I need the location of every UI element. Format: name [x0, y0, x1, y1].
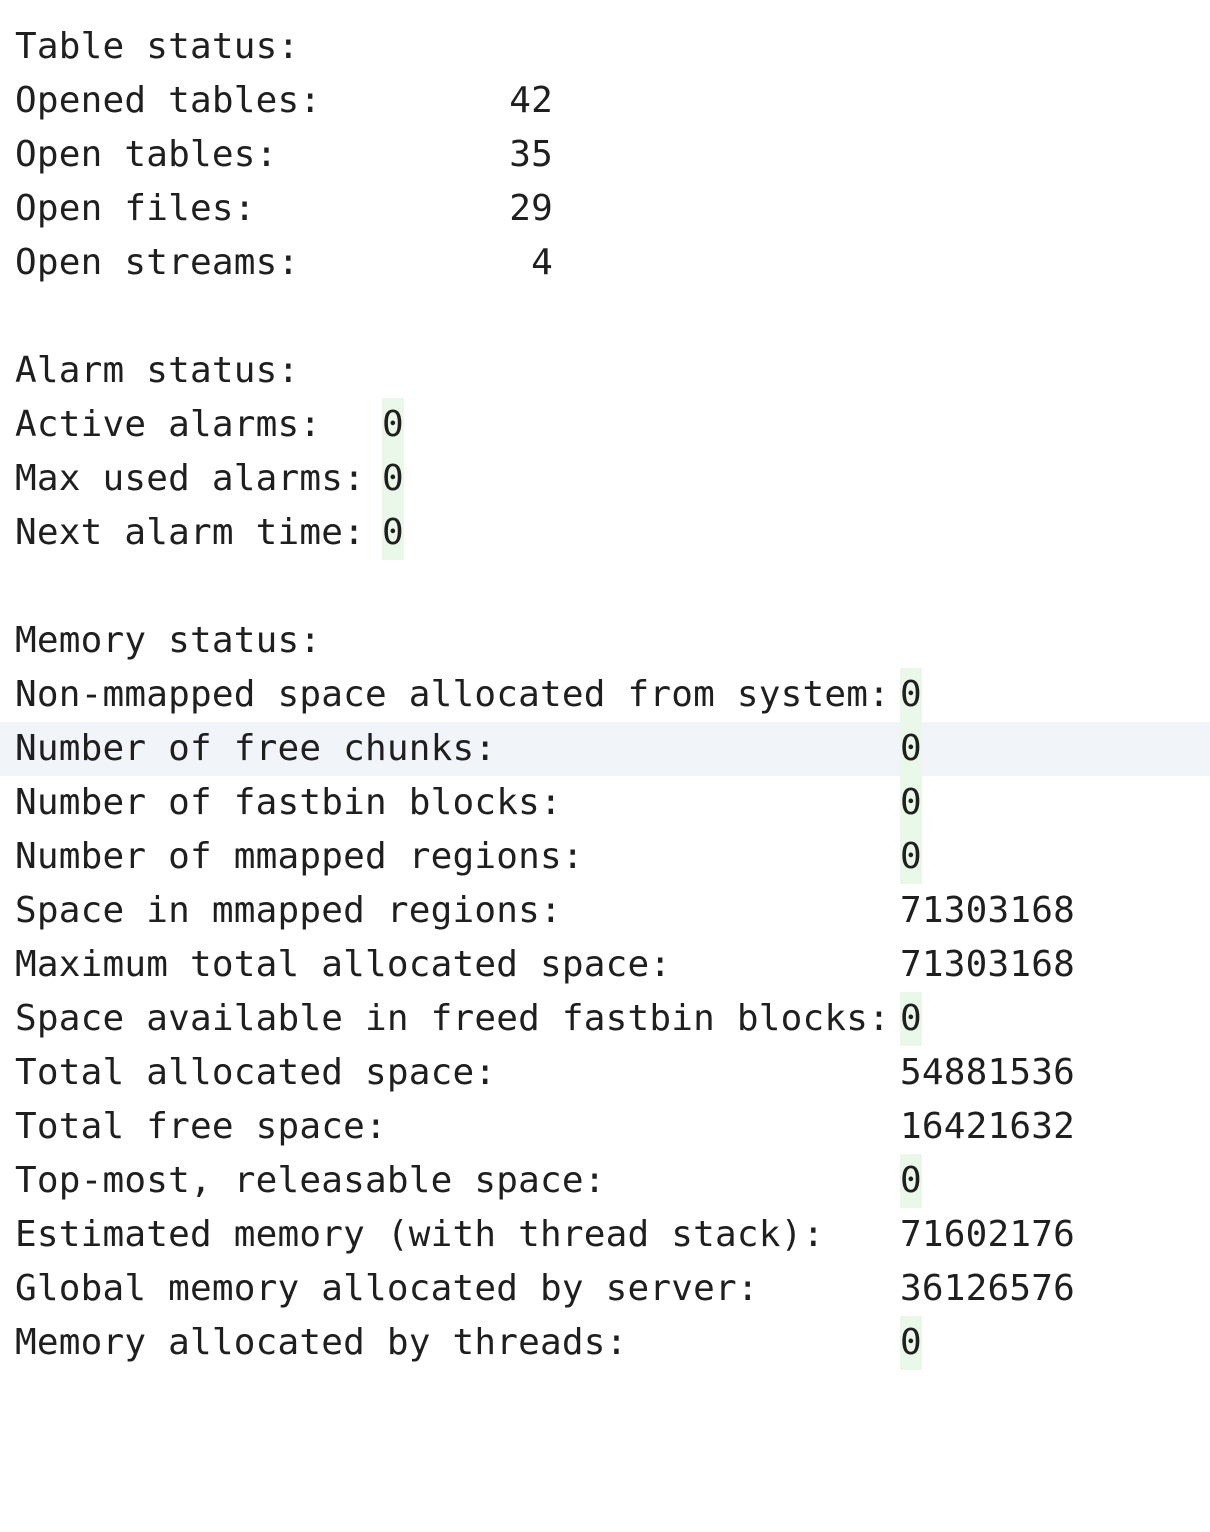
table-status-header-line: Table status:	[0, 20, 1210, 74]
section-header: Memory status:	[15, 620, 322, 661]
status-output[interactable]: Table status: Opened tables: 42 Open tab…	[0, 20, 1210, 1370]
row-value: 36126576	[900, 1268, 1075, 1309]
row-value: 71602176	[900, 1214, 1075, 1255]
row-value: 0	[382, 506, 404, 560]
row-label: Global memory allocated by server:	[15, 1268, 759, 1309]
row-value: 16421632	[900, 1106, 1075, 1147]
table-status-row: Open streams: 4	[0, 236, 1210, 290]
table-status-row: Open tables: 35	[0, 128, 1210, 182]
row-label: Max used alarms:	[15, 458, 365, 499]
row-value: 0	[900, 668, 922, 722]
row-label: Number of free chunks:	[15, 728, 497, 769]
row-value: 0	[900, 992, 922, 1046]
memory-status-row: Top-most, releasable space: 0	[0, 1154, 1210, 1208]
row-value: 0	[382, 398, 404, 452]
table-status-row: Open files: 29	[0, 182, 1210, 236]
row-label: Estimated memory (with thread stack):	[15, 1214, 825, 1255]
section-header: Table status:	[15, 26, 300, 67]
row-label: Number of fastbin blocks:	[15, 782, 562, 823]
memory-status-row: Memory allocated by threads: 0	[0, 1316, 1210, 1370]
memory-status-row: Space in mmapped regions: 71303168	[0, 884, 1210, 938]
row-label: Top-most, releasable space:	[15, 1160, 606, 1201]
row-value: 0	[900, 1316, 922, 1370]
memory-status-row: Global memory allocated by server: 36126…	[0, 1262, 1210, 1316]
row-label: Total free space:	[15, 1106, 387, 1147]
row-value: 0	[900, 1154, 922, 1208]
memory-status-row: Number of mmapped regions: 0	[0, 830, 1210, 884]
row-value: 0	[900, 722, 922, 776]
row-value: 4	[531, 242, 553, 283]
memory-status-row: Maximum total allocated space: 71303168	[0, 938, 1210, 992]
row-value: 0	[382, 452, 404, 506]
row-value: 42	[509, 80, 553, 121]
row-label: Non-mmapped space allocated from system:	[15, 674, 890, 715]
row-label: Open tables:	[15, 134, 278, 175]
memory-status-row: Total free space: 16421632	[0, 1100, 1210, 1154]
row-value: 0	[900, 776, 922, 830]
row-label: Total allocated space:	[15, 1052, 497, 1093]
alarm-status-row: Active alarms: 0	[0, 398, 1210, 452]
memory-status-header-line: Memory status:	[0, 614, 1210, 668]
row-label: Space available in freed fastbin blocks:	[15, 998, 890, 1039]
row-label: Opened tables:	[15, 80, 322, 121]
memory-status-row: Non-mmapped space allocated from system:…	[0, 668, 1210, 722]
row-value: 71303168	[900, 890, 1075, 931]
memory-status-row: Number of fastbin blocks: 0	[0, 776, 1210, 830]
row-value: 71303168	[900, 944, 1075, 985]
row-value: 29	[509, 188, 553, 229]
row-label: Maximum total allocated space:	[15, 944, 672, 985]
alarm-status-row: Next alarm time: 0	[0, 506, 1210, 560]
table-status-row: Opened tables: 42	[0, 74, 1210, 128]
row-label: Number of mmapped regions:	[15, 836, 584, 877]
row-label: Active alarms:	[15, 404, 322, 445]
alarm-status-row: Max used alarms: 0	[0, 452, 1210, 506]
row-value: 54881536	[900, 1052, 1075, 1093]
memory-status-row: Total allocated space: 54881536	[0, 1046, 1210, 1100]
row-label: Space in mmapped regions:	[15, 890, 562, 931]
row-value: 0	[900, 830, 922, 884]
row-label: Next alarm time:	[15, 512, 365, 553]
row-label: Open files:	[15, 188, 256, 229]
section-header: Alarm status:	[15, 350, 300, 391]
memory-status-row: Space available in freed fastbin blocks:…	[0, 992, 1210, 1046]
alarm-status-header-line: Alarm status:	[0, 344, 1210, 398]
memory-status-row: Estimated memory (with thread stack): 71…	[0, 1208, 1210, 1262]
current-line[interactable]: Number of free chunks: 0	[0, 722, 1210, 776]
row-value: 35	[509, 134, 553, 175]
row-label: Memory allocated by threads:	[15, 1322, 628, 1363]
row-label: Open streams:	[15, 242, 300, 283]
